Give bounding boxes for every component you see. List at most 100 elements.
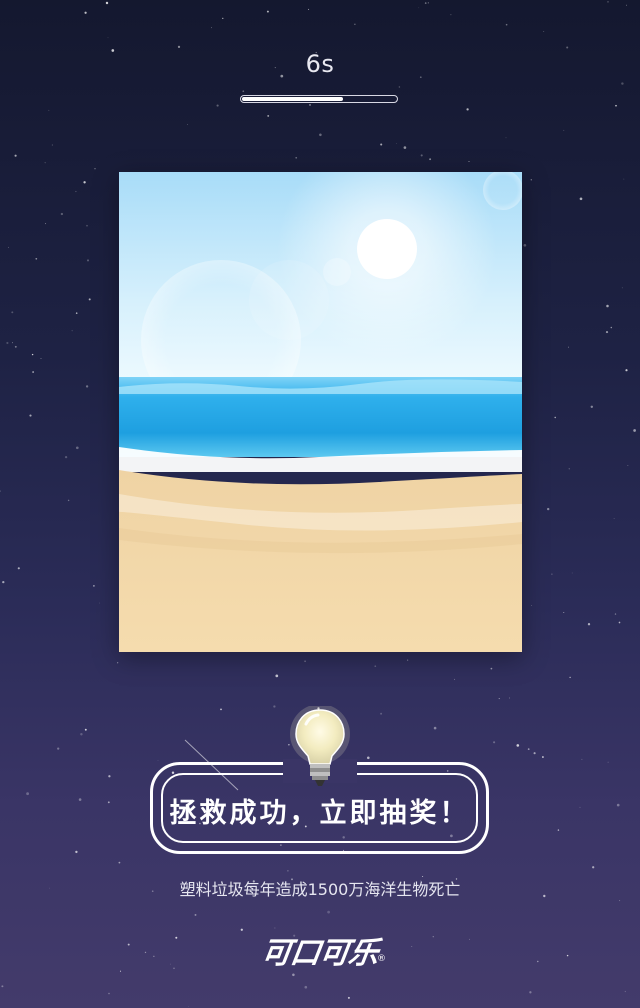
- star: [557, 829, 560, 831]
- star: [563, 129, 565, 131]
- lightbulb-icon: [290, 706, 350, 786]
- star: [579, 197, 583, 201]
- star: [429, 158, 432, 161]
- star: [17, 567, 20, 570]
- star: [624, 990, 626, 993]
- star: [610, 326, 613, 329]
- star: [493, 741, 496, 744]
- star: [308, 8, 310, 10]
- star: [170, 963, 172, 965]
- star: [587, 623, 591, 626]
- star: [498, 698, 500, 700]
- star: [40, 357, 42, 360]
- star: [187, 124, 188, 126]
- star: [568, 468, 570, 470]
- star: [432, 936, 434, 938]
- star: [505, 23, 508, 26]
- star: [75, 446, 79, 450]
- star: [84, 728, 87, 731]
- star: [590, 405, 594, 409]
- star: [367, 756, 370, 760]
- star: [627, 465, 629, 467]
- countdown-timer: 6s: [305, 50, 335, 78]
- star: [625, 369, 628, 372]
- star: [175, 936, 178, 939]
- star: [606, 304, 609, 308]
- star: [292, 973, 295, 977]
- star: [531, 605, 533, 606]
- star: [468, 161, 470, 162]
- star: [85, 385, 89, 388]
- star: [619, 900, 621, 902]
- star: [527, 748, 530, 750]
- star: [516, 744, 520, 747]
- star: [579, 806, 581, 808]
- star: [469, 938, 470, 940]
- star: [424, 2, 427, 4]
- star: [533, 752, 536, 755]
- star: [71, 330, 73, 332]
- star: [607, 761, 609, 763]
- star: [275, 674, 279, 678]
- star: [32, 371, 34, 373]
- star: [304, 660, 306, 663]
- star: [75, 850, 78, 854]
- star: [242, 90, 245, 93]
- star: [319, 133, 322, 137]
- star: [144, 951, 147, 954]
- star: [118, 861, 121, 864]
- star: [618, 621, 621, 624]
- star: [304, 985, 308, 989]
- star: [80, 733, 83, 736]
- star: [454, 678, 456, 680]
- star: [569, 676, 571, 679]
- star: [621, 82, 624, 85]
- star: [581, 758, 583, 760]
- star: [613, 518, 615, 519]
- star: [411, 946, 413, 947]
- star: [2, 580, 5, 584]
- star: [8, 246, 10, 248]
- star: [418, 7, 420, 9]
- star: [563, 612, 565, 613]
- star: [157, 760, 159, 762]
- star: [380, 712, 383, 715]
- star: [605, 331, 609, 334]
- star: [403, 146, 407, 149]
- star: [216, 104, 219, 107]
- star: [490, 667, 493, 670]
- star: [554, 416, 556, 419]
- star: [88, 298, 91, 301]
- star: [327, 910, 330, 914]
- star: [222, 17, 224, 19]
- star: [450, 14, 452, 16]
- star: [615, 104, 617, 107]
- star: [45, 223, 47, 225]
- star: [67, 499, 70, 502]
- coca-cola-logo-text: 可口可乐: [259, 936, 380, 971]
- star: [529, 991, 532, 994]
- star: [567, 346, 570, 348]
- star: [633, 429, 636, 432]
- star: [173, 967, 175, 970]
- star: [57, 747, 60, 750]
- star: [566, 954, 569, 957]
- star: [551, 573, 553, 575]
- star: [396, 143, 397, 145]
- star: [86, 259, 90, 262]
- star: [188, 1006, 189, 1007]
- star: [86, 224, 88, 227]
- star: [287, 870, 289, 872]
- star: [505, 137, 507, 139]
- countdown-progress-bar: [240, 95, 398, 103]
- star: [220, 708, 222, 711]
- star: [541, 756, 544, 758]
- star: [153, 955, 155, 957]
- star: [398, 86, 401, 88]
- star: [75, 312, 78, 314]
- countdown-progress-fill: [242, 97, 343, 101]
- star: [93, 585, 95, 587]
- star: [51, 144, 53, 146]
- star: [108, 992, 110, 995]
- star: [99, 602, 100, 604]
